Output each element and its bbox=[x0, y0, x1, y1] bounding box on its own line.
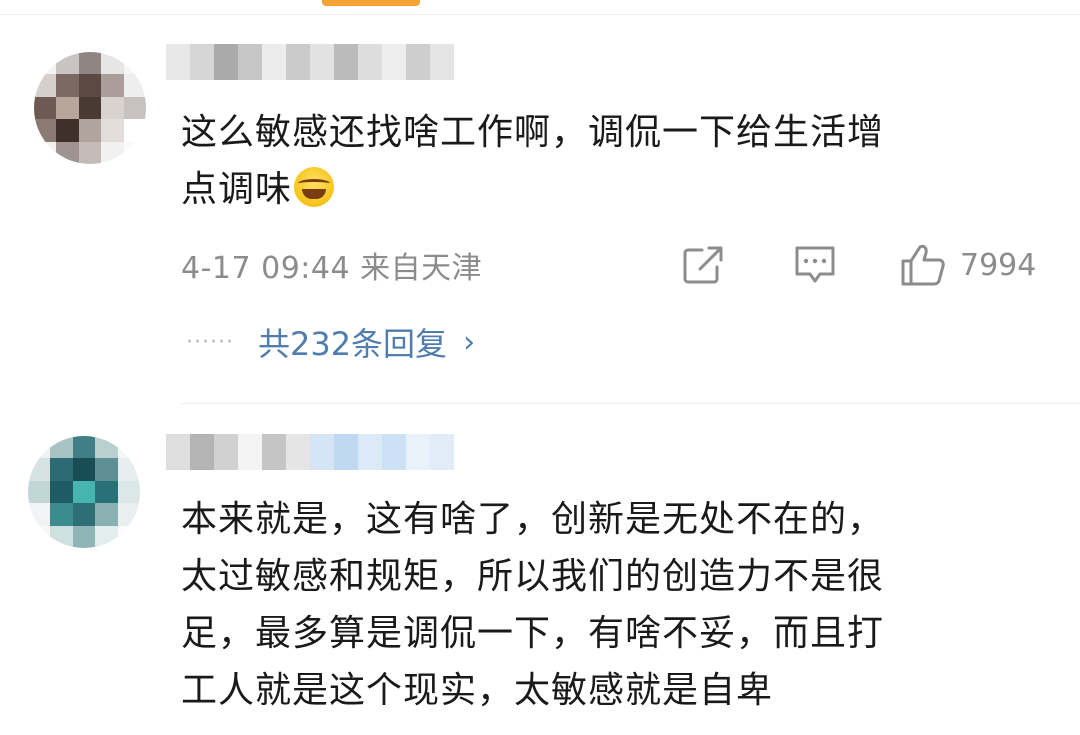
laughing-tears-emoji-icon bbox=[294, 167, 335, 207]
comment-body: 本来就是，这有啥了，创新是无处不在的， 太过敏感和规矩，所以我们的创造力不是很 … bbox=[181, 491, 1041, 719]
comment-body: 这么敏感还找啥工作啊，调侃一下给生活增 点调味 bbox=[181, 104, 1041, 218]
comment-feed: 这么敏感还找啥工作啊，调侃一下给生活增 点调味 4-17 09:44 来自天津 … bbox=[0, 0, 1080, 735]
chevron-right-icon: › bbox=[463, 324, 476, 360]
like-count: 7994 bbox=[960, 247, 1037, 283]
like-button[interactable]: 7994 bbox=[900, 244, 1036, 286]
avatar[interactable] bbox=[34, 52, 146, 164]
username-blurred[interactable] bbox=[166, 44, 454, 80]
view-replies-link[interactable]: 共232条回复 › bbox=[258, 319, 475, 365]
comment-timestamp-location: 4-17 09:44 来自天津 bbox=[181, 251, 483, 286]
replies-row[interactable]: ······ 共232条回复 › bbox=[186, 319, 475, 365]
username-blurred[interactable] bbox=[166, 434, 454, 470]
share-button[interactable] bbox=[682, 244, 724, 286]
replies-label: 共232条回复 bbox=[257, 325, 448, 363]
comment-line-text: 点调味 bbox=[181, 169, 293, 210]
comment-icon bbox=[795, 246, 835, 283]
top-divider bbox=[0, 14, 1080, 15]
share-icon bbox=[683, 246, 723, 284]
tab-indicator bbox=[322, 0, 420, 6]
comment-button[interactable] bbox=[793, 244, 837, 286]
comment-line: 工人就是这个现实，太敏感就是自卑 bbox=[181, 670, 774, 711]
thumbs-up-icon bbox=[901, 244, 945, 286]
comment-divider bbox=[181, 403, 1080, 404]
replies-dots: ······ bbox=[186, 329, 234, 355]
comment-line: 点调味 bbox=[181, 161, 1041, 218]
comment-line: 足，最多算是调侃一下，有啥不妥，而且打 bbox=[181, 613, 885, 654]
comment-line: 这么敏感还找啥工作啊，调侃一下给生活增 bbox=[181, 112, 885, 153]
comment-line: 太过敏感和规矩，所以我们的创造力不是很 bbox=[181, 556, 885, 597]
comment-line: 本来就是，这有啥了，创新是无处不在的， bbox=[181, 499, 885, 540]
avatar[interactable] bbox=[28, 436, 140, 548]
